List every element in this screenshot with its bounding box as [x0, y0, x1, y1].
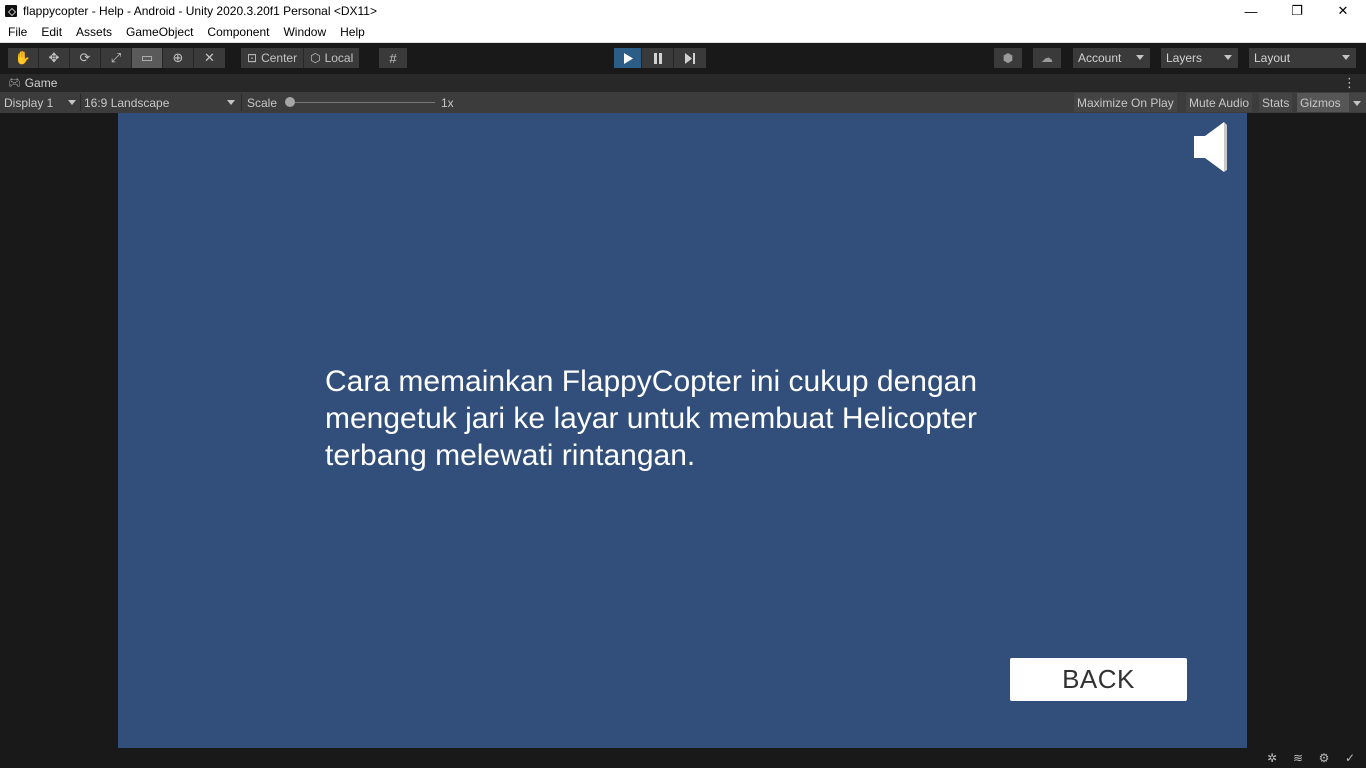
window-title: flappycopter - Help - Android - Unity 20… — [23, 4, 377, 18]
step-button[interactable] — [674, 48, 706, 68]
hand-tool-icon[interactable]: ✋ — [8, 48, 39, 68]
debug-icon[interactable]: ✲ — [1264, 750, 1280, 766]
pivot-icon: ⊡ — [247, 51, 258, 65]
layout-dropdown[interactable]: Layout — [1249, 48, 1356, 68]
scale-label: Scale — [247, 95, 278, 110]
status-icons: ✲ ≋ ⚙ ✓ — [1264, 750, 1358, 766]
pivot-toggles: ⊡ Center ⬡ Local — [241, 48, 360, 68]
unity-logo-icon — [5, 5, 17, 17]
scale-value: 1x — [441, 95, 454, 110]
space-label: Local — [324, 51, 354, 65]
game-tab-bar: 🎮︎ Game ⋮ — [0, 74, 1366, 92]
layers-label: Layers — [1166, 51, 1203, 65]
aspect-dropdown[interactable]: 16:9 Landscape — [84, 92, 240, 113]
chevron-down-icon — [1342, 55, 1350, 60]
cube-icon: ⬡ — [310, 51, 321, 65]
move-tool-icon[interactable]: ✥ — [39, 48, 70, 68]
step-icon — [684, 52, 695, 64]
grid-snap-icon[interactable]: # — [379, 48, 407, 68]
play-button[interactable] — [614, 48, 642, 68]
scale-slider-handle[interactable] — [285, 97, 295, 107]
transform-tools: ✋ ✥ ⟳ ⤢ ▭ ⊕ ✕ — [8, 48, 225, 68]
main-toolbar: ✋ ✥ ⟳ ⤢ ▭ ⊕ ✕ ⊡ Center ⬡ Local # ⬢ ☁ Acc… — [0, 43, 1366, 74]
gizmos-toggle[interactable]: Gizmos — [1297, 93, 1349, 112]
rotate-tool-icon[interactable]: ⟳ — [70, 48, 101, 68]
play-icon — [623, 52, 633, 64]
help-instructions-text: Cara memainkan FlappyCopter ini cukup de… — [325, 365, 978, 472]
divider — [241, 94, 242, 111]
menu-gameobject[interactable]: GameObject — [120, 25, 199, 39]
play-controls — [614, 48, 706, 68]
menu-file[interactable]: File — [2, 25, 33, 39]
chevron-down-icon — [227, 100, 235, 105]
window-controls: — ❐ ✕ — [1228, 0, 1366, 22]
scale-slider-track[interactable] — [290, 102, 435, 103]
menu-component[interactable]: Component — [201, 25, 275, 39]
check-icon[interactable]: ✓ — [1342, 750, 1358, 766]
rect-tool-icon[interactable]: ▭ — [132, 48, 163, 68]
menu-edit[interactable]: Edit — [35, 25, 68, 39]
menu-window[interactable]: Window — [277, 25, 332, 39]
settings-icon[interactable]: ⚙ — [1316, 750, 1332, 766]
menu-assets[interactable]: Assets — [70, 25, 118, 39]
chevron-down-icon — [68, 100, 76, 105]
menu-help[interactable]: Help — [334, 25, 371, 39]
account-label: Account — [1078, 51, 1122, 65]
tab-menu-icon[interactable]: ⋮ — [1343, 75, 1356, 91]
restore-button[interactable]: ❐ — [1274, 0, 1320, 22]
game-view-toolbar: Display 1 16:9 Landscape Scale 1x Maximi… — [0, 92, 1366, 113]
gamepad-icon: 🎮︎ — [8, 77, 21, 89]
chevron-down-icon — [1353, 101, 1361, 106]
back-button[interactable]: BACK — [1010, 658, 1187, 701]
chevron-down-icon — [1224, 55, 1232, 60]
collab-icon[interactable]: ⬢ — [994, 48, 1022, 68]
divider — [80, 94, 81, 111]
tab-game[interactable]: 🎮︎ Game — [0, 76, 57, 90]
speaker-icon[interactable] — [1192, 121, 1228, 173]
scale-tool-icon[interactable]: ⤢ — [101, 48, 132, 68]
stats-toggle[interactable]: Stats — [1259, 93, 1293, 112]
status-bar: ✲ ≋ ⚙ ✓ — [0, 748, 1366, 768]
minimize-button[interactable]: — — [1228, 0, 1274, 22]
custom-tool-icon[interactable]: ✕ — [194, 48, 225, 68]
display-dropdown[interactable]: Display 1 — [4, 92, 80, 113]
aspect-label: 16:9 Landscape — [84, 95, 170, 110]
layers-stack-icon[interactable]: ≋ — [1290, 750, 1306, 766]
maximize-on-play-toggle[interactable]: Maximize On Play — [1074, 93, 1177, 112]
pivot-center-toggle[interactable]: ⊡ Center — [241, 48, 305, 68]
window-titlebar: flappycopter - Help - Android - Unity 20… — [0, 0, 1366, 22]
pause-icon — [653, 52, 662, 64]
grid-snap: # — [379, 48, 407, 68]
cloud-icon[interactable]: ☁ — [1033, 48, 1061, 68]
transform-tool-icon[interactable]: ⊕ — [163, 48, 194, 68]
chevron-down-icon — [1136, 55, 1144, 60]
layers-dropdown[interactable]: Layers — [1161, 48, 1238, 68]
pivot-label: Center — [261, 51, 298, 65]
account-dropdown[interactable]: Account — [1073, 48, 1150, 68]
display-label: Display 1 — [4, 95, 54, 110]
pivot-local-toggle[interactable]: ⬡ Local — [304, 48, 360, 68]
menu-bar: File Edit Assets GameObject Component Wi… — [0, 22, 1366, 43]
gizmos-dropdown[interactable] — [1349, 93, 1366, 112]
pause-button[interactable] — [642, 48, 674, 68]
tab-game-label: Game — [24, 76, 58, 90]
mute-audio-toggle[interactable]: Mute Audio — [1186, 93, 1253, 112]
close-button[interactable]: ✕ — [1320, 0, 1366, 22]
layout-label: Layout — [1254, 51, 1291, 65]
